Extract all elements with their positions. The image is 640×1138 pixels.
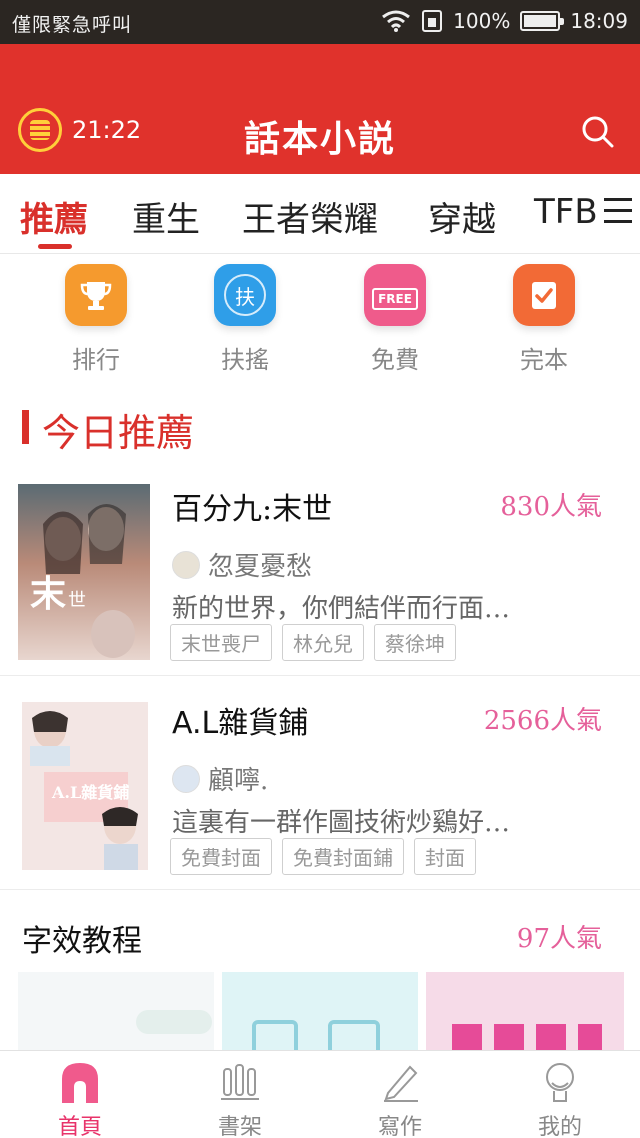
sim-icon	[422, 10, 443, 32]
nav-write-label: 寫作	[377, 1115, 422, 1138]
trophy-icon	[65, 264, 127, 326]
font-tutorial-popularity: 97人氣	[516, 924, 602, 954]
author-avatar	[172, 764, 200, 793]
status-bar: 僅限緊急呼叫 100% 18:09	[0, 0, 640, 44]
wifi-icon	[382, 10, 411, 32]
quick-complete-label: 完本	[520, 346, 568, 374]
nav-profile[interactable]: 我的	[500, 1061, 620, 1138]
home-icon	[60, 1061, 100, 1103]
svg-text:末: 末	[30, 573, 66, 615]
quick-free-label: 免費	[371, 346, 419, 374]
thumbnail[interactable]	[222, 972, 418, 1052]
book-cover[interactable]: A.L雜貨鋪	[22, 702, 148, 870]
book-title[interactable]: 百分九:末世	[172, 484, 332, 528]
nav-profile-label: 我的	[537, 1115, 582, 1138]
nav-home[interactable]: 首頁	[20, 1061, 140, 1138]
status-icons: 100% 18:09	[381, 9, 628, 33]
book-popularity: 830人氣	[500, 492, 602, 522]
tab-rebirth[interactable]: 重生	[132, 192, 200, 241]
menu-icon[interactable]	[604, 198, 632, 224]
book-tags: 免費封面 免費封面鋪 封面	[170, 838, 476, 875]
tag[interactable]: 免費封面	[170, 838, 272, 875]
book-author[interactable]: 顧嚀.	[172, 760, 268, 797]
nav-home-label: 首頁	[57, 1115, 102, 1138]
book-tags: 末世喪尸 林允兒 蔡徐坤	[170, 624, 456, 661]
font-tutorial-thumbnails	[0, 972, 640, 1052]
quick-fuyao[interactable]: 扶 扶搖	[185, 264, 305, 375]
quick-free[interactable]: FREE 免費	[335, 264, 455, 375]
pen-icon	[380, 1061, 420, 1103]
tag[interactable]: 封面	[414, 838, 476, 875]
tab-recommend[interactable]: 推薦	[20, 192, 88, 241]
quick-complete[interactable]: 完本	[484, 264, 604, 375]
book-popularity: 2566人氣	[483, 706, 602, 736]
bookshelf-icon	[220, 1061, 260, 1103]
author-name: 忽夏憂愁	[208, 552, 313, 582]
tag[interactable]: 林允兒	[282, 624, 364, 661]
profile-icon	[540, 1061, 580, 1103]
quick-ranking[interactable]: 排行	[36, 264, 156, 375]
thumbnail[interactable]	[18, 972, 214, 1052]
app-header: 21:22 話本小説	[0, 44, 640, 174]
section-title: 今日推薦	[22, 402, 194, 457]
book-cover[interactable]: 末 世	[18, 484, 150, 660]
book-description: 新的世界，你們結伴而行面…	[172, 594, 511, 624]
bottom-navigation: 首頁 書架 寫作 我的	[0, 1050, 640, 1138]
carrier-label: 僅限緊急呼叫	[12, 14, 133, 36]
book-description: 這裏有一群作圖技術炒鷄好…	[172, 808, 511, 838]
app-title: 話本小説	[243, 118, 396, 160]
book-item[interactable]: A.L雜貨鋪 A.L雜貨鋪 2566人氣 顧嚀. 這裏有一群作圖技術炒鷄好… 免…	[0, 680, 640, 890]
battery-icon	[520, 11, 565, 31]
battery-percent: 100%	[453, 9, 511, 33]
svg-text:A.L雜貨鋪: A.L雜貨鋪	[51, 783, 129, 802]
clock: 18:09	[570, 9, 628, 33]
tag[interactable]: 蔡徐坤	[374, 624, 456, 661]
svg-text:世: 世	[68, 590, 86, 611]
tag[interactable]: 免費封面鋪	[282, 838, 404, 875]
fuyao-glyph: 扶	[224, 274, 266, 316]
active-tab-indicator	[38, 244, 72, 249]
book-item[interactable]: 末 世 百分九:末世 830人氣 忽夏憂愁 新的世界，你們結伴而行面… 末世喪尸…	[0, 466, 640, 676]
fuyao-icon: 扶	[214, 264, 276, 326]
nav-bookshelf-label: 書架	[217, 1115, 262, 1138]
font-tutorial-title[interactable]: 字效教程	[22, 916, 142, 960]
author-avatar	[172, 550, 200, 579]
quick-nav: 排行 扶 扶搖 FREE 免費 完本	[0, 254, 640, 374]
book-title[interactable]: A.L雜貨鋪	[172, 698, 308, 742]
quick-fuyao-label: 扶搖	[221, 346, 269, 374]
nav-write[interactable]: 寫作	[340, 1061, 460, 1138]
book-author[interactable]: 忽夏憂愁	[172, 546, 312, 583]
tab-time-travel[interactable]: 穿越	[428, 192, 496, 241]
author-name: 顧嚀.	[208, 766, 269, 796]
tag[interactable]: 末世喪尸	[170, 624, 272, 661]
free-sign: FREE	[372, 288, 418, 310]
nav-bookshelf[interactable]: 書架	[180, 1061, 300, 1138]
thumbnail[interactable]	[426, 972, 624, 1052]
complete-icon	[513, 264, 575, 326]
tab-honor-of-kings[interactable]: 王者榮耀	[242, 192, 378, 241]
search-icon[interactable]	[580, 114, 614, 148]
tab-tfb[interactable]: TFB	[534, 192, 598, 232]
free-icon: FREE	[364, 264, 426, 326]
category-tabs: 推薦 重生 王者榮耀 穿越 TFB	[0, 174, 640, 254]
quick-ranking-label: 排行	[72, 346, 120, 374]
